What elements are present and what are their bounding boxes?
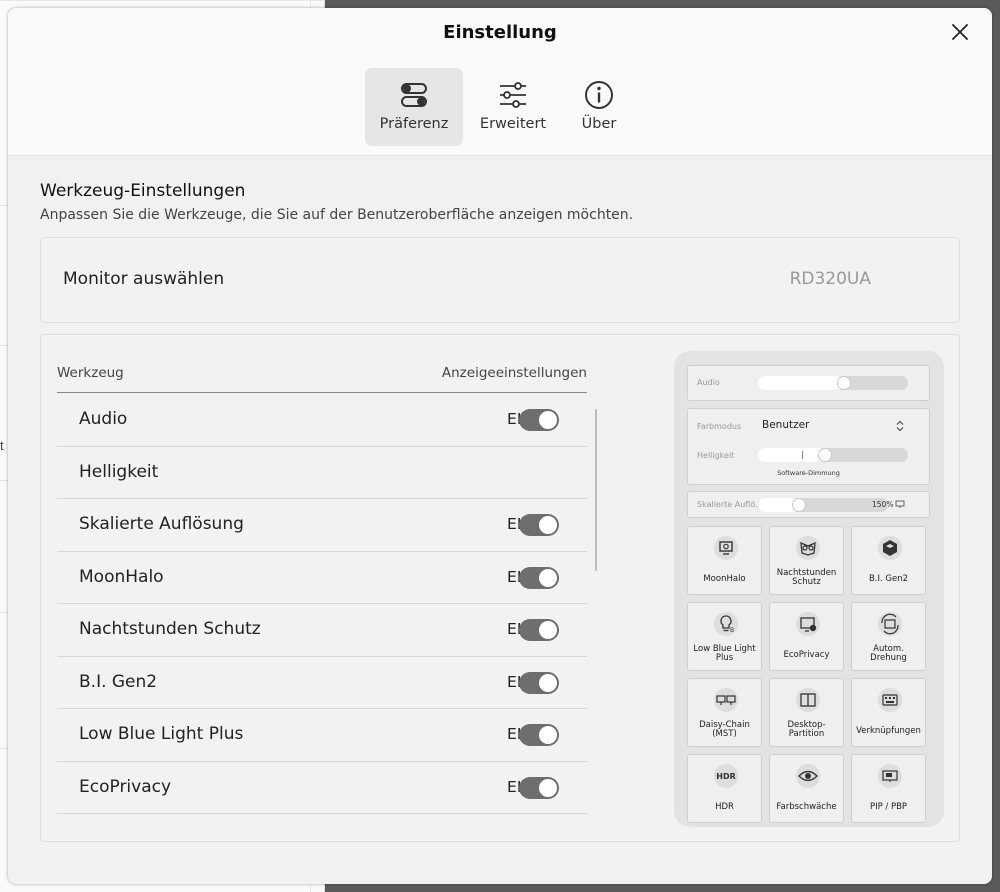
close-icon — [952, 24, 968, 40]
tool-name: Nachtstunden Schutz — [79, 619, 261, 639]
preview-tile-night: Nachtstunden Schutz — [769, 526, 844, 595]
preview-scaled-label: Skalierte Auflö... — [697, 500, 763, 509]
monitor-select-value[interactable]: RD320UA — [790, 269, 871, 289]
bi-gen2-toggle[interactable] — [519, 671, 559, 694]
audio-toggle[interactable] — [519, 409, 559, 431]
keyboard-icon — [878, 688, 902, 712]
rotate-icon — [878, 612, 902, 636]
section-title: Werkzeug-Einstellungen — [40, 181, 246, 201]
section-subtitle: Anpassen Sie die Werkzeuge, die Sie auf … — [40, 207, 634, 223]
close-button[interactable] — [946, 18, 974, 46]
preview-audio-knob — [837, 376, 851, 390]
tool-row-low-blue-light-plus: Low Blue Light Plus EIN — [57, 709, 587, 762]
tool-row-ecoprivacy: EcoPrivacy EIN — [57, 762, 587, 814]
scaled-resolution-toggle[interactable] — [519, 514, 559, 536]
toggles-icon — [401, 83, 427, 107]
column-header-display: Anzeigeeinstellungen — [441, 365, 587, 381]
preview-tile-ecoprivacy: EcoPrivacy — [769, 602, 844, 671]
tab-ueber[interactable]: Über — [563, 68, 635, 146]
preview-scaled-slider — [758, 498, 888, 512]
preview-tile-hdr: HDR HDR — [687, 754, 762, 823]
background-text: t — [0, 438, 4, 453]
tool-list-scrollbar[interactable] — [595, 409, 597, 571]
preview-tile-daisy: Daisy-Chain (MST) — [687, 678, 762, 747]
tool-row-moonhalo: MoonHalo EIN — [57, 552, 587, 604]
tool-name: EcoPrivacy — [79, 776, 172, 797]
preview-brightness-fill — [758, 448, 826, 462]
toolbar-preview: Audio Farbmodus Benutzer Helligkeit Soft… — [674, 351, 944, 827]
tool-name: MoonHalo — [79, 566, 164, 587]
cube-icon — [878, 536, 902, 560]
preview-tile-colorblind: Farbschwäche — [769, 754, 844, 823]
tab-praeferenz[interactable]: Präferenz — [365, 68, 463, 146]
tool-name: Skalierte Auflösung — [79, 514, 244, 534]
info-icon — [585, 81, 613, 109]
preview-audio-slider — [758, 376, 908, 390]
tool-row-nachtstunden-schutz: Nachtstunden Schutz EIN — [57, 604, 587, 657]
monitor-select-label: Monitor auswählen — [63, 269, 225, 289]
hdr-icon: HDR — [714, 764, 738, 788]
svg-text:HDR: HDR — [716, 772, 736, 781]
partition-icon — [796, 688, 820, 712]
preview-software-dimming: Software-Dimmung — [777, 469, 840, 477]
pip-icon — [878, 764, 902, 788]
tab-bar: Präferenz Erweitert Über — [365, 68, 635, 146]
moonhalo-toggle[interactable] — [519, 566, 559, 589]
daisy-chain-icon — [714, 688, 738, 712]
tool-row-skalierte-aufloesung: Skalierte Auflösung EIN — [57, 499, 587, 552]
preview-tile-shortcuts: Verknüpfungen — [851, 678, 926, 747]
settings-dialog: Einstellung Präferenz Erweitert Über Wer… — [8, 8, 992, 884]
tab-label: Präferenz — [379, 116, 449, 132]
tool-name: Low Blue Light Plus — [79, 724, 244, 744]
tool-row-helligkeit: Helligkeit — [57, 447, 587, 499]
tool-row-audio: Audio EIN — [57, 394, 587, 447]
low-blue-light-toggle[interactable] — [519, 724, 559, 746]
dialog-title: Einstellung — [443, 22, 557, 43]
preview-tile-moonhalo: MoonHalo — [687, 526, 762, 595]
privacy-icon — [796, 612, 820, 636]
tool-name: Helligkeit — [79, 461, 159, 482]
tab-erweitert[interactable]: Erweitert — [463, 68, 563, 146]
preview-tile-rotate: Autom. Drehung — [851, 602, 926, 671]
bulb-icon: B — [714, 612, 738, 636]
tools-card: Werkzeug Anzeigeeinstellungen Audio EIN … — [40, 334, 960, 842]
monitor-select-card: Monitor auswählen RD320UA — [40, 237, 960, 323]
owl-icon — [796, 536, 820, 560]
preview-color-mode-value: Benutzer — [762, 419, 810, 431]
dialog-header: Einstellung Präferenz Erweitert Über — [8, 8, 992, 156]
preview-audio-fill — [758, 376, 845, 390]
eye-icon — [796, 764, 820, 788]
tools-table-header: Werkzeug Anzeigeeinstellungen — [57, 363, 587, 393]
preview-tile-bigen2: B.I. Gen2 — [851, 526, 926, 595]
preview-color-box: Farbmodus Benutzer Helligkeit Software-D… — [687, 408, 930, 485]
preview-color-mode-label: Farbmodus — [697, 422, 742, 431]
sliders-icon — [500, 82, 526, 108]
svg-text:B: B — [730, 627, 734, 634]
tab-label: Über — [581, 116, 617, 132]
preview-audio-box: Audio — [687, 365, 930, 401]
ecoprivacy-toggle[interactable] — [519, 776, 559, 799]
tool-row-bi-gen2: B.I. Gen2 EIN — [57, 657, 587, 709]
preview-tile-partition: Desktop-Partition — [769, 678, 844, 747]
tool-list[interactable]: Audio EIN Helligkeit Skalierte Auflösung… — [57, 394, 587, 814]
preview-brightness-label: Helligkeit — [697, 451, 735, 460]
tool-name: Audio — [79, 409, 128, 429]
preview-brightness-slider — [758, 448, 908, 462]
monitor-small-icon — [895, 500, 905, 508]
preview-scaled-box: Skalierte Auflö... 150% — [687, 491, 930, 518]
preview-tile-pip: PIP / PBP — [851, 754, 926, 823]
tool-name: B.I. Gen2 — [79, 671, 158, 692]
preview-tile-lbl: B Low Blue Light Plus — [687, 602, 762, 671]
column-header-tool: Werkzeug — [57, 365, 124, 381]
moonhalo-icon — [714, 536, 738, 560]
night-protection-toggle[interactable] — [519, 619, 559, 641]
preview-audio-label: Audio — [697, 378, 720, 387]
updown-icon — [896, 420, 904, 432]
preview-scaled-value: 150% — [872, 500, 894, 509]
preview-brightness-knob — [818, 448, 832, 462]
tab-label: Erweitert — [479, 116, 547, 132]
